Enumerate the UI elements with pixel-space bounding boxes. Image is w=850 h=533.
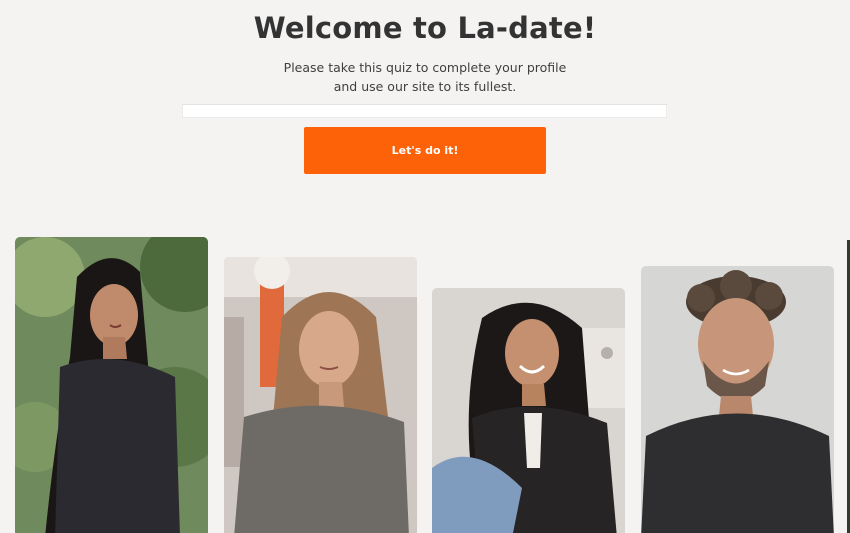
page-title: Welcome to La-date! xyxy=(253,11,597,45)
subtitle-line-2: and use our site to its fullest. xyxy=(333,79,517,94)
woman-smiling-blazer-photo xyxy=(432,288,625,533)
woman-dark-hair-photo xyxy=(15,237,208,533)
profile-photo-1 xyxy=(15,237,208,533)
profile-photo-2 xyxy=(224,257,417,533)
subtitle-line-1: Please take this quiz to complete your p… xyxy=(283,60,567,75)
divider-strip xyxy=(182,104,667,118)
man-curly-hair-photo xyxy=(641,266,834,533)
page-subtitle: Please take this quiz to complete your p… xyxy=(0,58,850,96)
start-quiz-button[interactable]: Let's do it! xyxy=(304,127,546,174)
quiz-intro-page: Welcome to La-date! Please take this qui… xyxy=(0,0,850,533)
profile-photo-4 xyxy=(641,266,834,533)
profile-photo-3 xyxy=(432,288,625,533)
woman-light-hair-photo xyxy=(224,257,417,533)
